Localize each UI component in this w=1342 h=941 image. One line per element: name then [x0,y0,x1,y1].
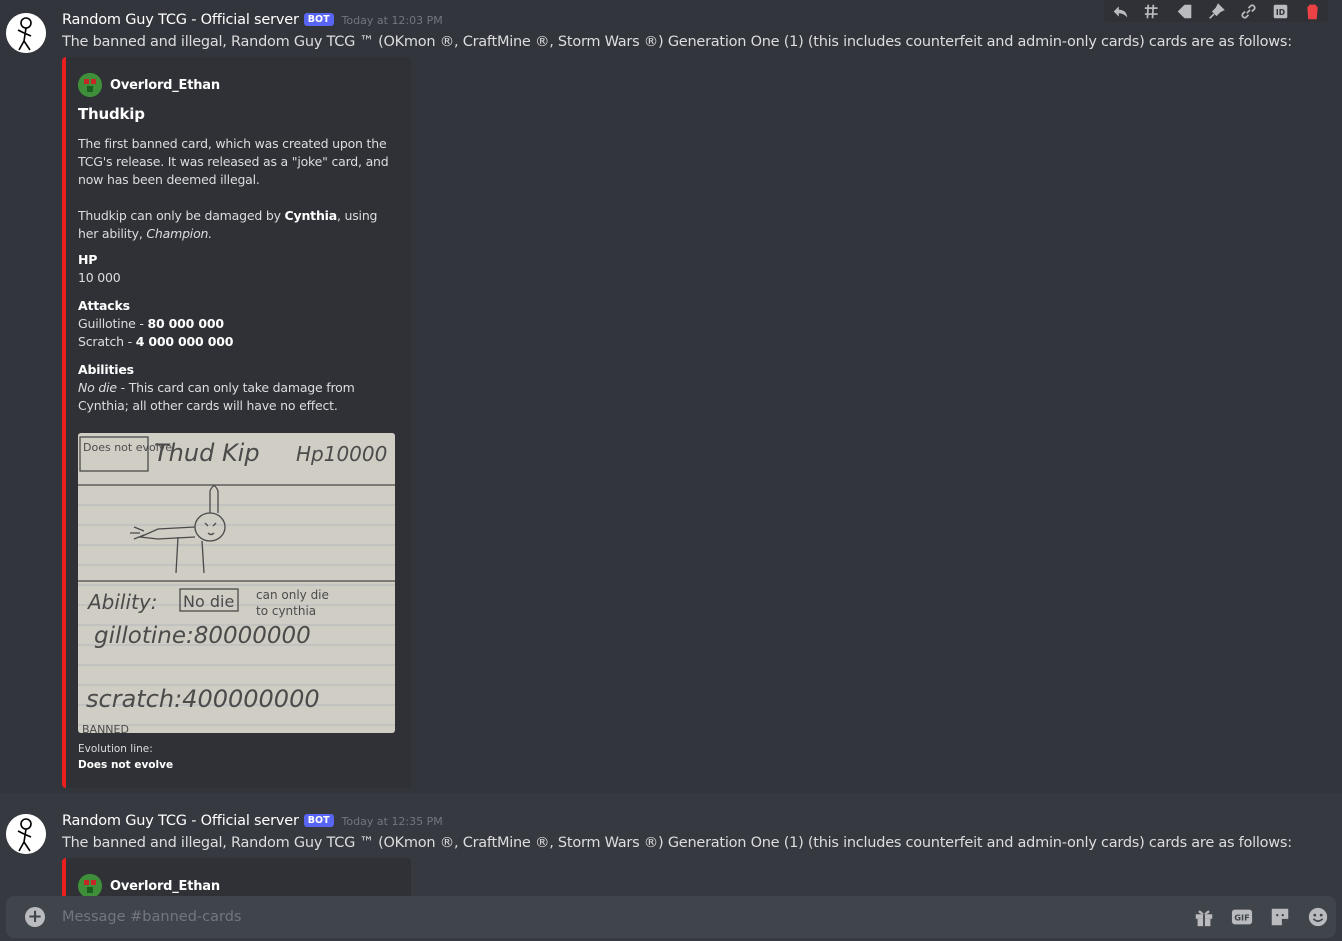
field-abilities-name: Abilities [78,362,134,377]
card-image-attack-1: gillotine:80000000 [94,623,311,649]
embed-footer: Evolution line: Does not evolve [78,741,173,773]
reply-icon[interactable] [1110,1,1130,21]
message-content: The banned and illegal, Random Guy TCG ™… [62,34,1292,50]
description-paragraph-1: The first banned card, which was created… [78,136,389,187]
message-1: Random Guy TCG - Official server BOT Tod… [0,0,1342,793]
message-content: The banned and illegal, Random Guy TCG ™… [62,835,1292,851]
composer-buttons: GIF [1192,905,1330,929]
embed-author-name[interactable]: Overlord_Ethan [110,78,220,93]
card-image-hp-text: Hp10000 [296,442,387,466]
gif-icon-label: GIF [1234,913,1249,923]
username[interactable]: Random Guy TCG - Official server [62,12,299,28]
card-embed: Overlord_Ethan [62,858,411,896]
plus-icon[interactable]: + [25,907,45,927]
card-image-ability-note-1: can only die [256,588,329,602]
ability-name: No die [78,380,117,395]
timestamp[interactable]: Today at 12:35 PM [342,815,443,828]
ability-description: - This card can only take damage from Cy… [78,380,355,413]
message-input[interactable] [62,896,1162,938]
link-icon[interactable] [1238,1,1258,21]
bot-avatar[interactable] [6,13,46,53]
card-image-ability-box-text: No die [183,592,234,611]
card-embed: Overlord_Ethan Thudkip The first banned … [62,57,411,788]
sticker-icon[interactable] [1268,905,1292,929]
embed-title: Thudkip [78,105,145,123]
author-avatar-icon [78,73,102,97]
field-attacks: Attacks Guillotine - 80 000 000 Scratch … [78,297,400,351]
card-image-ability-note-2: to cynthia [256,604,316,618]
username[interactable]: Random Guy TCG - Official server [62,813,299,829]
message-header: Random Guy TCG - Official server BOT Tod… [62,12,443,28]
footer-label: Evolution line: [78,743,153,755]
attack-row-1: Guillotine - 80 000 000 [78,315,400,333]
desc-bold-cynthia: Cynthia [284,208,338,223]
author-avatar-icon [78,874,102,896]
delete-icon[interactable] [1302,1,1322,21]
attack-2-name: Scratch - [78,334,136,349]
message-actions-toolbar: ID [1104,0,1328,22]
embed-author-name[interactable]: Overlord_Ethan [110,879,220,894]
emoji-icon[interactable] [1306,905,1330,929]
field-hp-value: 10 000 [78,270,121,285]
embed-author: Overlord_Ethan [78,874,220,896]
field-hp: HP 10 000 [78,251,400,287]
pin-icon[interactable] [1206,1,1226,21]
id-icon[interactable]: ID [1270,1,1290,21]
desc-italic-champion: Champion. [146,226,213,241]
attack-1-value: 80 000 000 [147,316,224,331]
message-2: Random Guy TCG - Official server BOT Tod… [0,806,1342,896]
field-abilities: Abilities No die - This card can only ta… [78,361,400,415]
timestamp[interactable]: Today at 12:03 PM [342,14,443,27]
bot-tag: BOT [303,13,334,26]
card-image-footer-text: BANNED [82,723,129,733]
desc-text: Thudkip can only be damaged by [78,208,285,223]
gif-icon[interactable]: GIF [1230,905,1254,929]
id-icon-label: ID [1275,7,1284,16]
card-image[interactable]: Does not evolve Thud Kip Hp10000 Ability… [78,433,395,733]
thread-icon[interactable] [1142,1,1162,21]
ability-row: No die - This card can only take damage … [78,379,400,415]
field-attacks-name: Attacks [78,298,130,313]
card-image-attack-2: scratch:400000000 [86,685,320,713]
card-image-name-text: Thud Kip [154,439,260,467]
bot-tag: BOT [303,814,334,827]
gift-icon[interactable] [1192,905,1216,929]
attack-2-value: 4 000 000 000 [135,334,234,349]
attack-row-2: Scratch - 4 000 000 000 [78,333,400,351]
bot-avatar[interactable] [6,814,46,854]
embed-description: The first banned card, which was created… [78,135,400,243]
message-header: Random Guy TCG - Official server BOT Tod… [62,813,443,829]
tag-icon[interactable] [1174,1,1194,21]
field-hp-name: HP [78,252,98,267]
card-image-ability-label: Ability: [86,590,157,614]
description-paragraph-2: Thudkip can only be damaged by Cynthia, … [78,207,400,243]
message-composer: + GIF [6,896,1336,938]
attack-1-name: Guillotine - [78,316,148,331]
footer-value: Does not evolve [78,759,174,771]
embed-author: Overlord_Ethan [78,73,220,97]
